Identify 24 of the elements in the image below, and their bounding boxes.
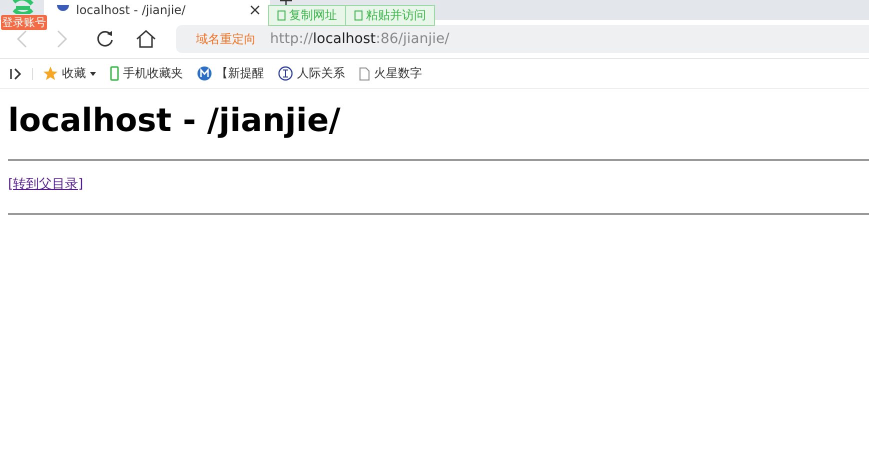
bookmark-item[interactable]: 【新提醒 [197, 65, 264, 82]
page-icon [359, 66, 370, 80]
home-icon[interactable] [136, 30, 156, 48]
star-icon [43, 66, 58, 81]
reload-icon[interactable] [96, 30, 114, 48]
address-bar[interactable]: 域名重定向 http://localhost:86/jianjie/ [176, 25, 869, 53]
new-tab-icon[interactable] [280, 0, 292, 6]
circle-icon [197, 66, 212, 81]
url-text: http://localhost:86/jianjie/ [270, 31, 450, 47]
logo-icon [12, 0, 34, 14]
copy-icon [277, 10, 286, 21]
bookmark-item[interactable]: 收藏 [43, 65, 96, 82]
bookmark-item[interactable]: 人际关系 [278, 65, 345, 82]
seal-icon [278, 66, 293, 81]
bookmark-item[interactable]: 手机收藏夹 [110, 65, 183, 82]
phone-icon [110, 66, 119, 81]
close-icon[interactable] [250, 5, 260, 15]
bookmark-item[interactable]: 火星数字 [359, 65, 422, 82]
copy-icon [354, 10, 363, 21]
page-heading: localhost - /jianjie/ [8, 101, 342, 139]
dropdown-icon[interactable] [90, 72, 96, 76]
browser-tab[interactable]: localhost - /jianjie/ [44, 0, 270, 20]
parent-directory-link[interactable]: [转到父目录] [8, 177, 84, 192]
sidebar-toggle-icon[interactable] [10, 68, 22, 80]
